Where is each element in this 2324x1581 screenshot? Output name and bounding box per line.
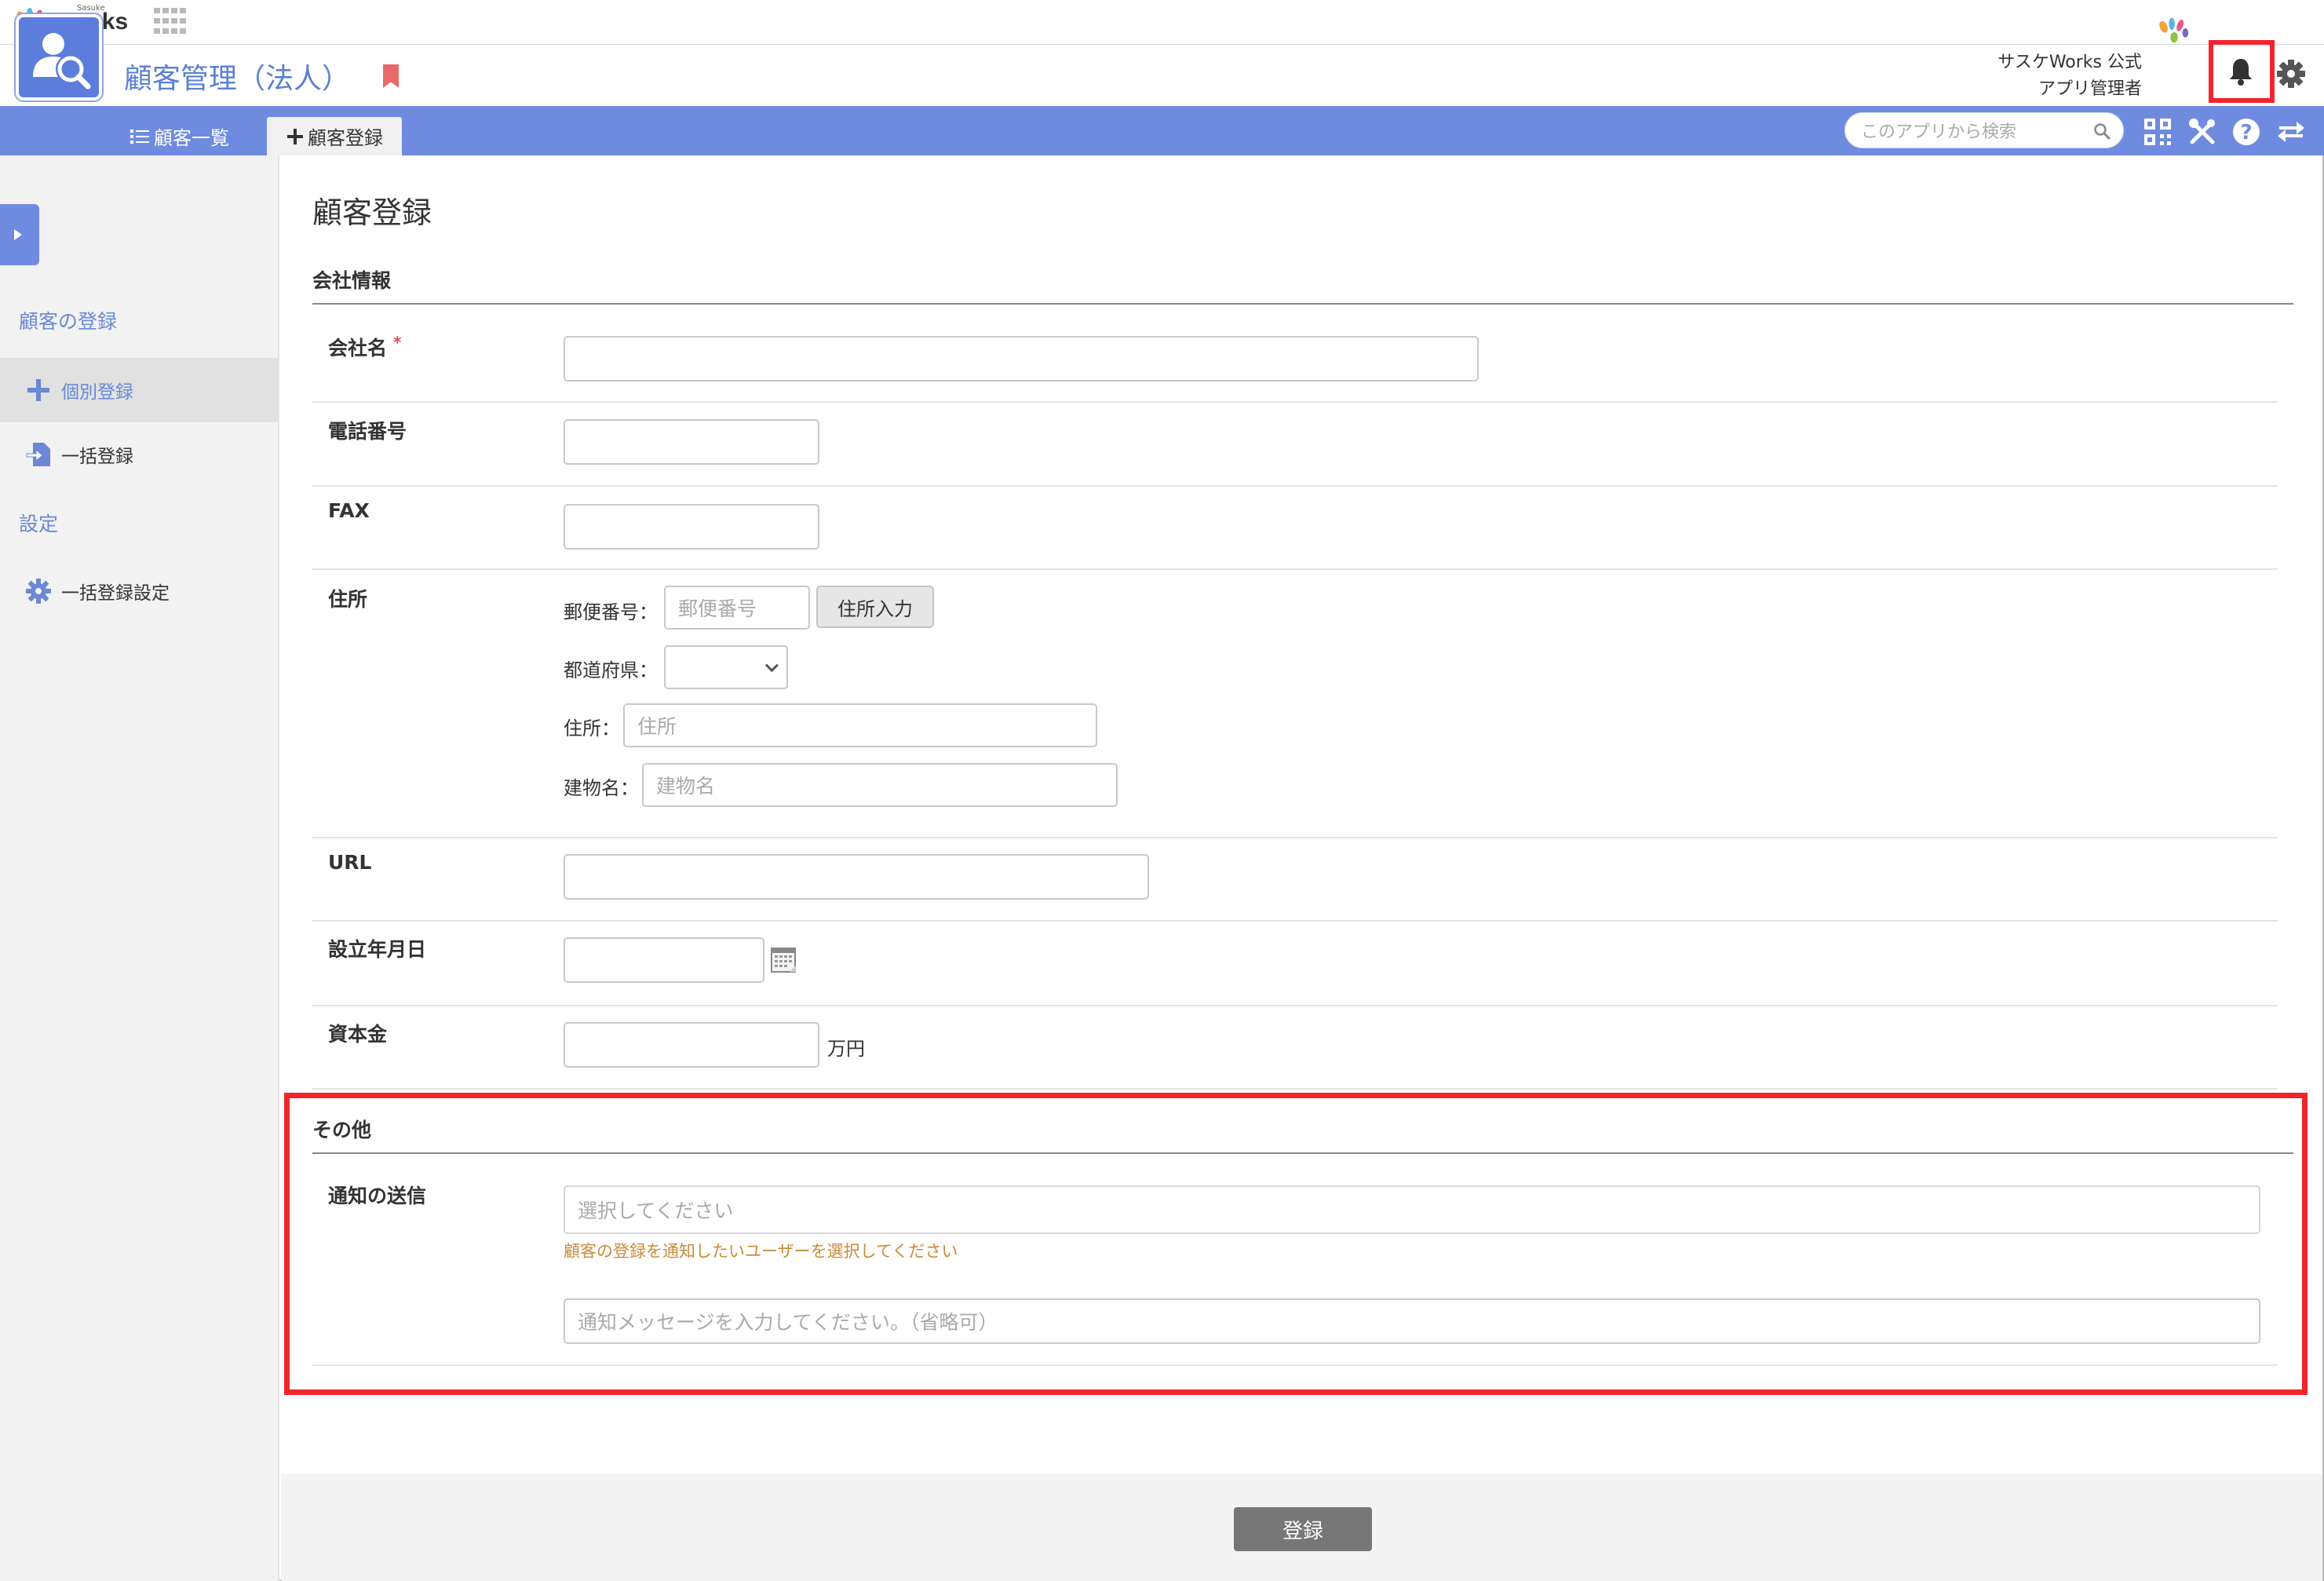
divider bbox=[312, 837, 2278, 838]
user-avatar-icon[interactable] bbox=[2157, 16, 2191, 47]
street-address-field[interactable]: 住所 bbox=[623, 703, 1097, 747]
list-icon bbox=[130, 129, 149, 144]
app-title: 顧客管理（法人） bbox=[124, 56, 399, 97]
postal-code-label: 郵便番号： bbox=[564, 601, 658, 623]
tools-icon[interactable] bbox=[2187, 117, 2217, 147]
company-name-label-text: 会社名 bbox=[328, 337, 388, 360]
required-mark: * bbox=[393, 333, 402, 352]
phone-field[interactable] bbox=[564, 419, 819, 465]
user-role: アプリ管理者 bbox=[2038, 79, 2142, 99]
plus-icon bbox=[27, 379, 49, 401]
sidebar-item-bulk-settings[interactable]: 一括登録設定 bbox=[0, 559, 278, 623]
company-name-field[interactable] bbox=[564, 336, 1479, 382]
sidebar-section-settings: 設定 bbox=[19, 513, 59, 535]
url-label: URL bbox=[328, 851, 372, 874]
divider bbox=[312, 568, 2278, 570]
fax-label: FAX bbox=[328, 499, 370, 522]
phone-label: 電話番号 bbox=[328, 420, 407, 443]
calendar-icon[interactable] bbox=[769, 945, 799, 975]
sidebar-item-individual-label: 個別登録 bbox=[61, 382, 133, 403]
capital-field[interactable] bbox=[564, 1022, 819, 1068]
app-title-text: 顧客管理（法人） bbox=[124, 63, 351, 95]
logo-subtext: Sasuke bbox=[77, 4, 105, 13]
tab-customer-list[interactable]: 顧客一覧 bbox=[130, 117, 229, 155]
divider bbox=[312, 920, 2278, 922]
bell-icon[interactable] bbox=[2227, 57, 2254, 86]
page-title: 顧客登録 bbox=[312, 195, 432, 230]
tab-customer-register-label: 顧客登録 bbox=[308, 127, 383, 149]
sidebar: 顧客の登録 個別登録 一括登録 設定 一括登録設定 bbox=[0, 155, 279, 1581]
bookmark-icon[interactable] bbox=[383, 64, 399, 88]
file-import-icon bbox=[26, 443, 50, 466]
fax-field[interactable] bbox=[564, 504, 819, 550]
switch-icon[interactable] bbox=[2276, 117, 2306, 147]
street-address-placeholder: 住所 bbox=[637, 715, 677, 738]
form-footer: 登録 bbox=[281, 1474, 2322, 1581]
section-company-info: 会社情報 bbox=[312, 265, 2293, 305]
register-button[interactable]: 登録 bbox=[1234, 1507, 1372, 1551]
top-bar: Sasuke Works bbox=[0, 0, 2324, 45]
divider bbox=[312, 1088, 2278, 1090]
founded-date-label: 設立年月日 bbox=[328, 938, 427, 961]
gear-icon bbox=[26, 579, 51, 604]
sidebar-item-bulk[interactable]: 一括登録 bbox=[0, 422, 278, 487]
user-org: サスケWorks 公式 bbox=[1997, 53, 2142, 72]
address-label: 住所 bbox=[328, 588, 368, 611]
url-field[interactable] bbox=[564, 854, 1149, 900]
company-name-label: 会社名 * bbox=[328, 333, 401, 361]
gear-icon[interactable] bbox=[2275, 58, 2307, 89]
sidebar-item-individual[interactable]: 個別登録 bbox=[0, 358, 278, 422]
app-header: 顧客管理（法人） サスケWorks 公式 アプリ管理者 bbox=[0, 45, 2324, 106]
postal-code-placeholder: 郵便番号 bbox=[678, 597, 757, 620]
prefecture-label: 都道府県： bbox=[564, 659, 658, 681]
chevron-down-icon bbox=[764, 659, 779, 673]
search-input[interactable]: このアプリから検索 bbox=[1861, 118, 2016, 143]
capital-label: 資本金 bbox=[328, 1023, 388, 1046]
sidebar-item-bulk-label: 一括登録 bbox=[61, 447, 133, 467]
plus-icon bbox=[287, 128, 303, 144]
divider bbox=[312, 485, 2278, 487]
svg-text:?: ? bbox=[2240, 121, 2252, 144]
app-icon[interactable] bbox=[16, 14, 102, 100]
divider bbox=[312, 1005, 2278, 1006]
search-icon[interactable] bbox=[2093, 122, 2111, 140]
divider bbox=[312, 401, 2278, 403]
address-lookup-button[interactable]: 住所入力 bbox=[816, 586, 934, 628]
tab-customer-register[interactable]: 顧客登録 bbox=[267, 117, 402, 155]
app-grid-icon[interactable] bbox=[154, 8, 187, 36]
street-address-label: 住所： bbox=[564, 717, 620, 739]
help-icon[interactable]: ? bbox=[2231, 117, 2261, 147]
building-placeholder: 建物名 bbox=[656, 775, 716, 798]
customer-search-icon bbox=[33, 33, 91, 89]
capital-unit: 万円 bbox=[827, 1038, 865, 1060]
qr-code-icon[interactable] bbox=[2143, 117, 2173, 147]
building-label: 建物名： bbox=[564, 777, 639, 799]
tab-bar: 顧客一覧 顧客登録 このアプリから検索 ? bbox=[0, 106, 2324, 155]
user-info[interactable]: サスケWorks 公式 アプリ管理者 bbox=[1997, 49, 2142, 103]
tab-customer-list-label: 顧客一覧 bbox=[154, 127, 229, 149]
sidebar-section-register: 顧客の登録 bbox=[19, 310, 118, 333]
postal-code-field[interactable]: 郵便番号 bbox=[664, 586, 810, 630]
founded-date-field[interactable] bbox=[564, 937, 764, 983]
app-search[interactable]: このアプリから検索 bbox=[1844, 112, 2124, 148]
prefecture-select[interactable] bbox=[664, 645, 788, 689]
building-field[interactable]: 建物名 bbox=[642, 763, 1118, 807]
sidebar-item-bulk-settings-label: 一括登録設定 bbox=[61, 583, 170, 604]
sidebar-toggle-button[interactable] bbox=[0, 204, 39, 265]
other-section-highlight-box bbox=[284, 1093, 2308, 1395]
